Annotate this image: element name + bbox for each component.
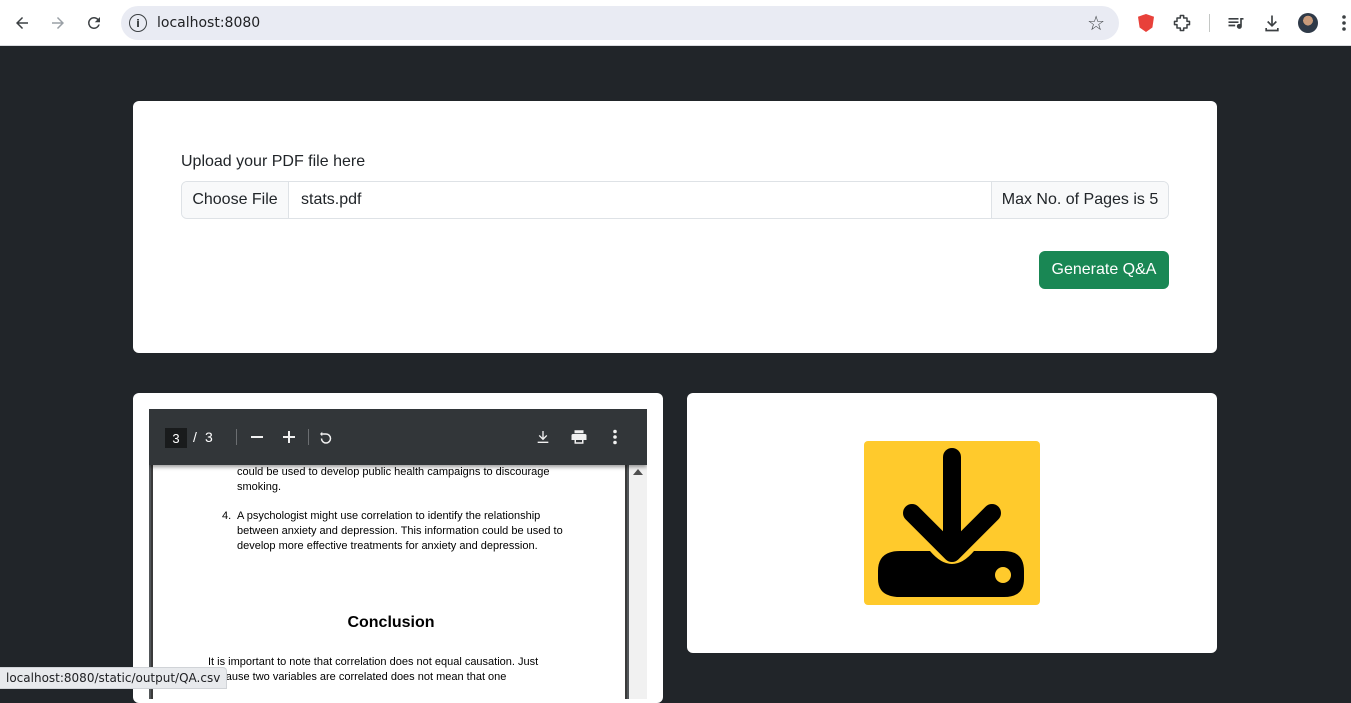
page-separator: / bbox=[193, 429, 197, 445]
max-pages-addon: Max No. of Pages is 5 bbox=[991, 182, 1168, 218]
media-controls-icon[interactable] bbox=[1224, 11, 1248, 35]
page-number-input[interactable]: 3 bbox=[165, 428, 187, 448]
pdf-text-line: A psychologist might use correlation to … bbox=[237, 510, 541, 522]
pdf-text-line: could be used to develop public health c… bbox=[237, 466, 550, 478]
brave-shield-icon[interactable] bbox=[1134, 11, 1158, 35]
pdf-toolbar: 3 / 3 bbox=[149, 409, 647, 465]
site-info-icon[interactable]: i bbox=[129, 14, 147, 32]
download-icon[interactable] bbox=[864, 441, 1040, 605]
downloads-icon[interactable] bbox=[1260, 11, 1284, 35]
zoom-in-icon[interactable] bbox=[277, 425, 301, 449]
address-bar[interactable]: i localhost:8080 ☆ bbox=[121, 6, 1119, 40]
pdf-text-line: develop more effective treatments for an… bbox=[237, 540, 538, 552]
zoom-out-icon[interactable] bbox=[245, 425, 269, 449]
pdf-text-line: because two variables are correlated doe… bbox=[208, 671, 507, 683]
pdf-preview-card: 3 / 3 could be used to develop public he… bbox=[133, 393, 663, 703]
url-text: localhost:8080 bbox=[157, 15, 261, 31]
link-status-bar: localhost:8080/static/output/QA.csv bbox=[0, 667, 228, 689]
upload-label: Upload your PDF file here bbox=[181, 153, 366, 170]
toolbar-divider bbox=[308, 429, 309, 445]
print-icon[interactable] bbox=[567, 425, 591, 449]
pdf-scrollbar[interactable] bbox=[629, 465, 647, 699]
upload-card: Upload your PDF file here Choose File st… bbox=[133, 101, 1217, 353]
rotate-icon[interactable] bbox=[314, 425, 338, 449]
selected-file-name[interactable]: stats.pdf bbox=[289, 182, 991, 218]
pdf-page: could be used to develop public health c… bbox=[151, 465, 627, 699]
reload-icon[interactable] bbox=[82, 11, 106, 35]
file-input-group: Choose File stats.pdf Max No. of Pages i… bbox=[181, 181, 1169, 219]
toolbar-divider bbox=[1209, 14, 1210, 32]
choose-file-button[interactable]: Choose File bbox=[182, 182, 289, 218]
back-icon[interactable] bbox=[10, 11, 34, 35]
generate-qa-button[interactable]: Generate Q&A bbox=[1039, 251, 1169, 289]
menu-kebab-icon[interactable] bbox=[1332, 11, 1351, 35]
pdf-text-line: It is important to note that correlation… bbox=[208, 656, 539, 668]
toolbar-divider bbox=[236, 429, 237, 445]
list-item-number: 4. bbox=[222, 510, 232, 522]
pdf-viewer: 3 / 3 could be used to develop public he… bbox=[149, 409, 647, 699]
total-pages: 3 bbox=[205, 429, 213, 445]
pdf-heading: Conclusion bbox=[347, 614, 435, 631]
download-card bbox=[687, 393, 1217, 653]
profile-avatar[interactable] bbox=[1296, 11, 1320, 35]
more-options-icon[interactable] bbox=[603, 425, 627, 449]
pdf-text-line: between anxiety and depression. This inf… bbox=[237, 525, 563, 537]
browser-toolbar: i localhost:8080 ☆ bbox=[0, 0, 1351, 46]
forward-icon[interactable] bbox=[46, 11, 70, 35]
pdf-text-line: smoking. bbox=[237, 481, 282, 493]
scroll-up-arrow-icon[interactable] bbox=[633, 469, 643, 475]
extensions-icon[interactable] bbox=[1170, 11, 1194, 35]
bookmark-star-icon[interactable]: ☆ bbox=[1087, 11, 1105, 36]
pdf-download-icon[interactable] bbox=[531, 425, 555, 449]
